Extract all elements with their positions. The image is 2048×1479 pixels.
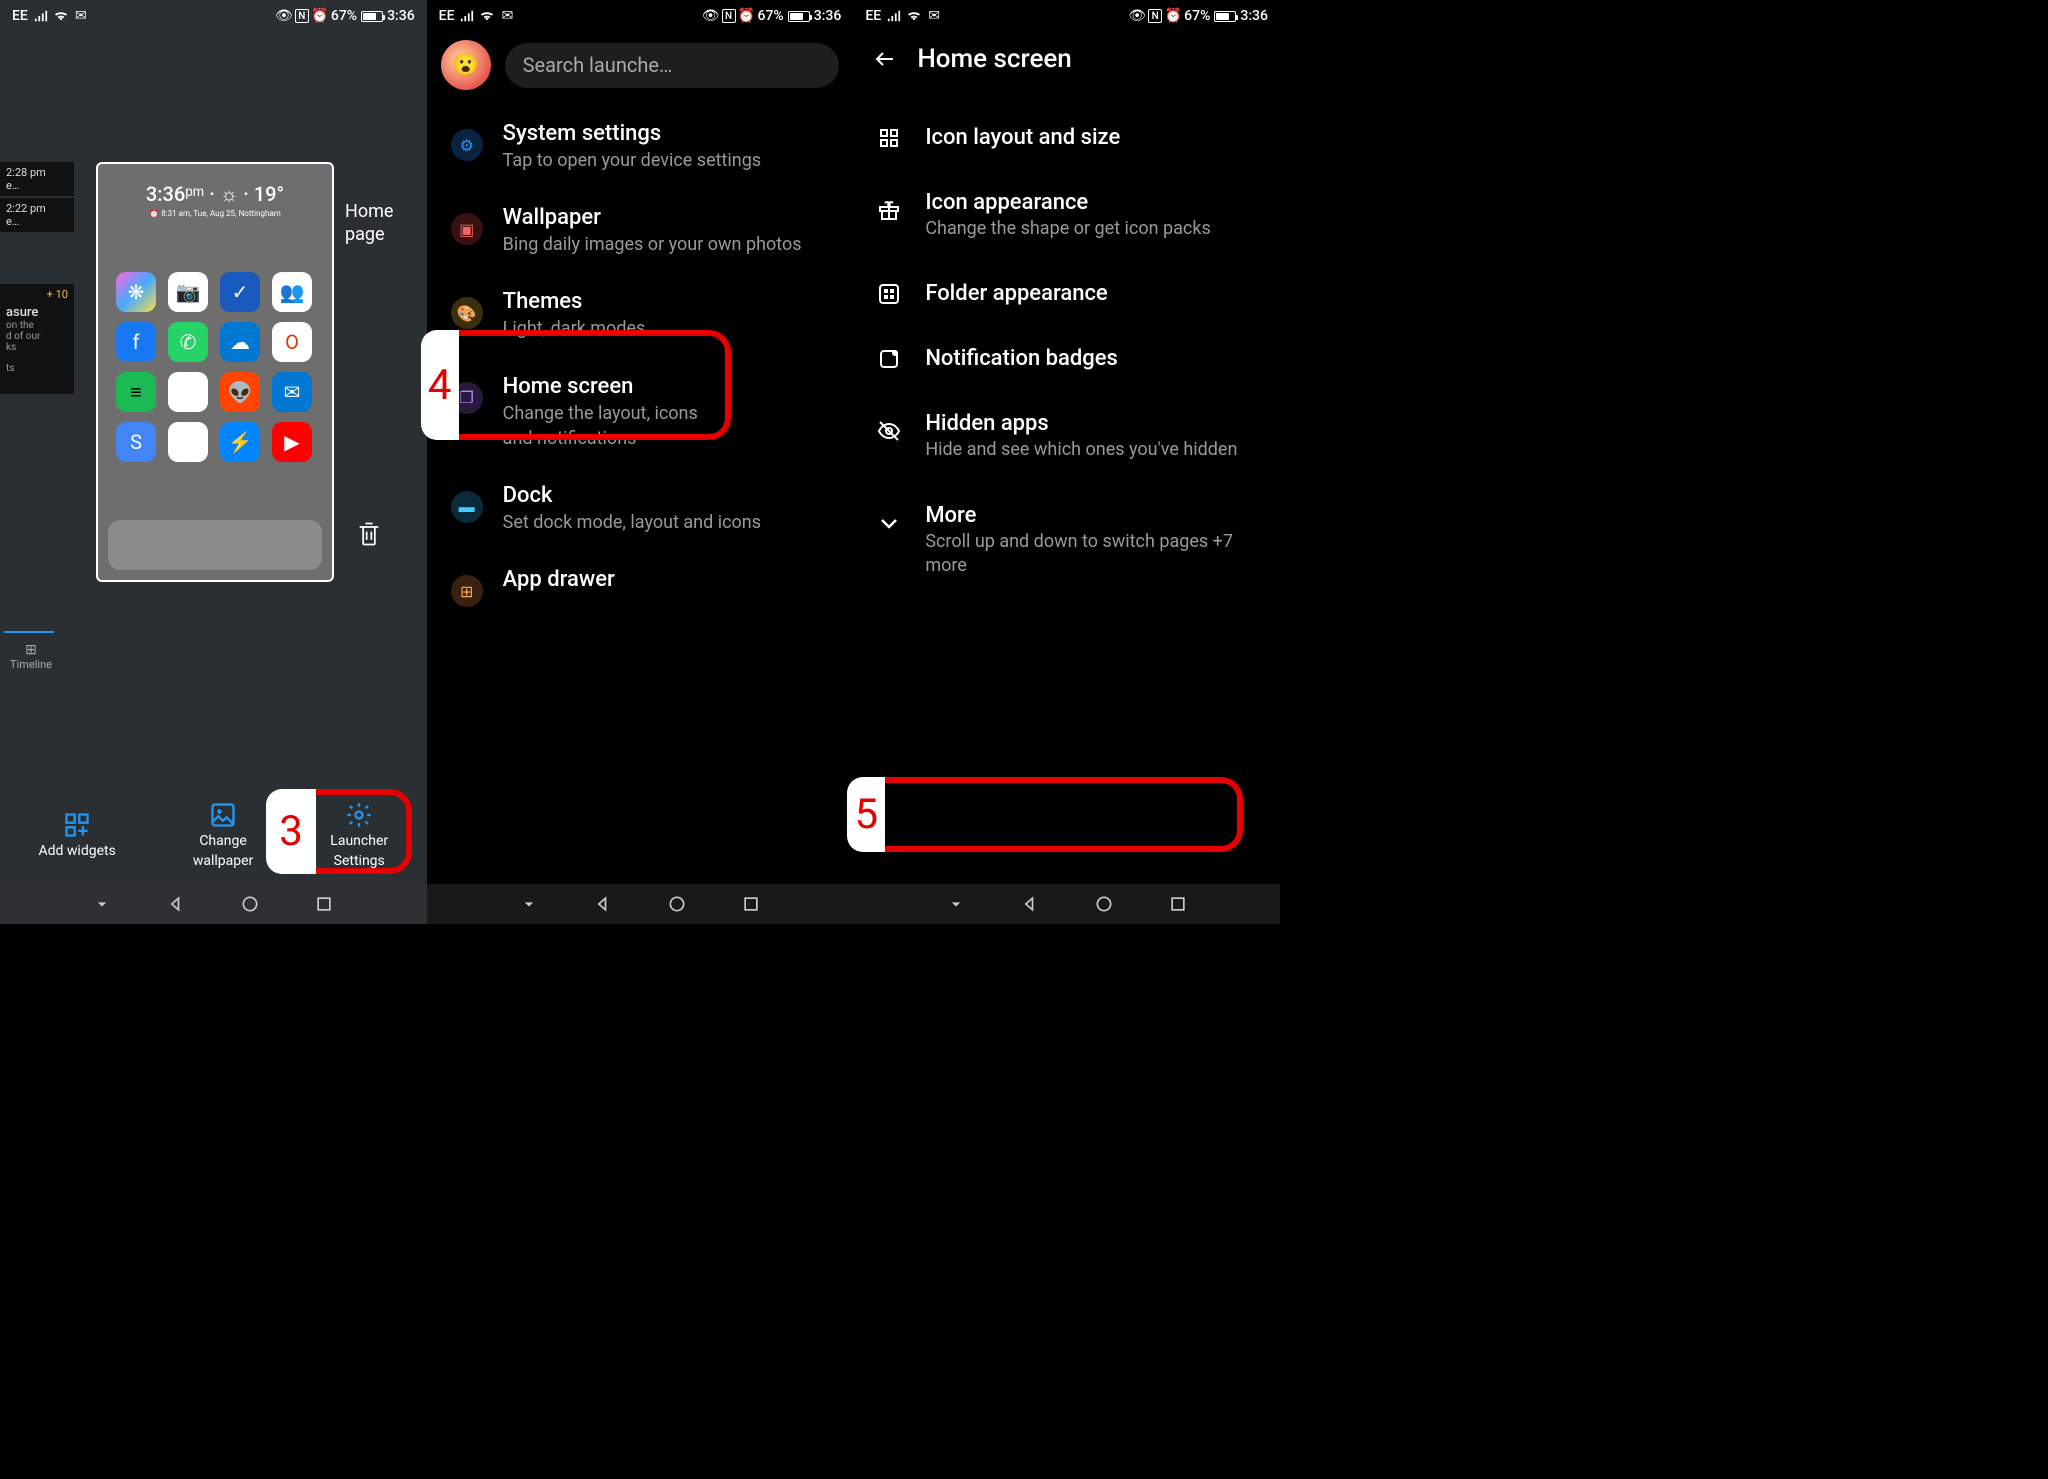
status-bar: EE ✉ 👁 N ⏰ 67% 3:36 (853, 4, 1280, 28)
drawer-icon: ⊞ (451, 575, 483, 607)
setting-folder-appearance[interactable]: Folder appearance (853, 261, 1280, 326)
screen-home-screen-settings: EE ✉ 👁 N ⏰ 67% 3:36 Home screen Icon lay… (853, 0, 1280, 924)
carrier-label: EE (12, 8, 28, 24)
setting-app-drawer[interactable]: ⊞ App drawer (427, 551, 854, 623)
gear-icon: ⚙ (451, 129, 483, 161)
clock-label: 3:36 (387, 8, 415, 24)
nav-recent-icon[interactable] (1166, 892, 1190, 916)
screen-launcher-settings: EE ✉ 👁 N ⏰ 67% 3:36 😮 Search launche… ⚙ … (427, 0, 854, 924)
back-button[interactable] (873, 47, 897, 71)
home-page-label: Home page (345, 200, 393, 247)
palette-icon: 🎨 (451, 297, 483, 329)
battery-icon (361, 11, 383, 22)
setting-notification-badges[interactable]: Notification badges (853, 326, 1280, 391)
voicemail-icon: ✉ (74, 9, 88, 23)
setting-icon-appearance[interactable]: Icon appearanceChange the shape or get i… (853, 170, 1280, 261)
settings-list: ⚙ System settingsTap to open your device… (427, 105, 854, 884)
setting-hidden-apps[interactable]: Hidden appsHide and see which ones you'v… (853, 391, 1280, 482)
left-panel-peek: 2:28 pme… 2:22 pme… + 10 asure on the d … (0, 162, 74, 642)
eye-off-icon (877, 419, 901, 443)
callout-3: 3 (266, 789, 412, 874)
avatar[interactable]: 😮 (441, 40, 491, 90)
image-icon: ▣ (451, 213, 483, 245)
folder-icon (877, 282, 901, 306)
nav-home-icon[interactable] (665, 892, 689, 916)
add-widgets-button[interactable]: Add widgets (39, 811, 116, 859)
change-wallpaper-button[interactable]: Change wallpaper (193, 801, 253, 869)
badge-icon (877, 347, 901, 371)
app-grid: ❋ 📷 ✓ 👥 f ✆ ☁ O ≡ # 👽 ✉ S ▶ ⚡ ▶ (106, 268, 324, 466)
nav-bar (853, 884, 1280, 924)
setting-system[interactable]: ⚙ System settingsTap to open your device… (427, 105, 854, 189)
chevron-down-icon (877, 511, 901, 535)
nav-dropdown-icon[interactable] (517, 892, 541, 916)
setting-dock[interactable]: ▬ DockSet dock mode, layout and icons (427, 467, 854, 551)
nav-recent-icon[interactable] (739, 892, 763, 916)
setting-wallpaper[interactable]: ▣ WallpaperBing daily images or your own… (427, 189, 854, 273)
status-bar: EE ✉ 👁 N ⏰ 67% 3:36 (0, 4, 427, 28)
home-edit-content: 2:28 pme… 2:22 pme… + 10 asure on the d … (0, 30, 427, 884)
nfc-icon: N (295, 9, 309, 23)
eye-icon: 👁 (277, 9, 291, 23)
nav-dropdown-icon[interactable] (944, 892, 968, 916)
dock-icon: ▬ (451, 491, 483, 523)
nav-back-icon[interactable] (591, 892, 615, 916)
screen-home-edit: EE ✉ 👁 N ⏰ 67% 3:36 2:28 pme… 2:22 pme… … (0, 0, 427, 924)
grid-icon (877, 126, 901, 150)
nav-home-icon[interactable] (238, 892, 262, 916)
nav-bar (427, 884, 854, 924)
status-bar: EE ✉ 👁 N ⏰ 67% 3:36 (427, 4, 854, 28)
nav-recent-icon[interactable] (312, 892, 336, 916)
home-screen-settings-list: Icon layout and size Icon appearanceChan… (853, 105, 1280, 884)
home-page-preview[interactable]: 3:36ᵖᵐ · ☼ · 19° ⏰ 8:31 am, Tue, Aug 25,… (96, 162, 334, 582)
trash-icon[interactable] (355, 520, 383, 548)
nav-dropdown-icon[interactable] (90, 892, 114, 916)
alarm-icon: ⏰ (313, 9, 327, 23)
signal-icon (34, 9, 48, 23)
wifi-icon (54, 9, 68, 23)
nav-back-icon[interactable] (1018, 892, 1042, 916)
battery-label: 67% (331, 8, 357, 24)
setting-icon-layout[interactable]: Icon layout and size (853, 105, 1280, 170)
nav-back-icon[interactable] (164, 892, 188, 916)
page-title: Home screen (917, 44, 1071, 74)
gift-icon (877, 198, 901, 222)
nav-home-icon[interactable] (1092, 892, 1116, 916)
callout-4: 4 (421, 330, 731, 440)
search-input[interactable]: Search launche… (505, 43, 840, 88)
callout-5: 5 (847, 777, 1243, 852)
nav-bar (0, 884, 427, 924)
setting-more[interactable]: MoreScroll up and down to switch pages +… (853, 483, 1280, 599)
